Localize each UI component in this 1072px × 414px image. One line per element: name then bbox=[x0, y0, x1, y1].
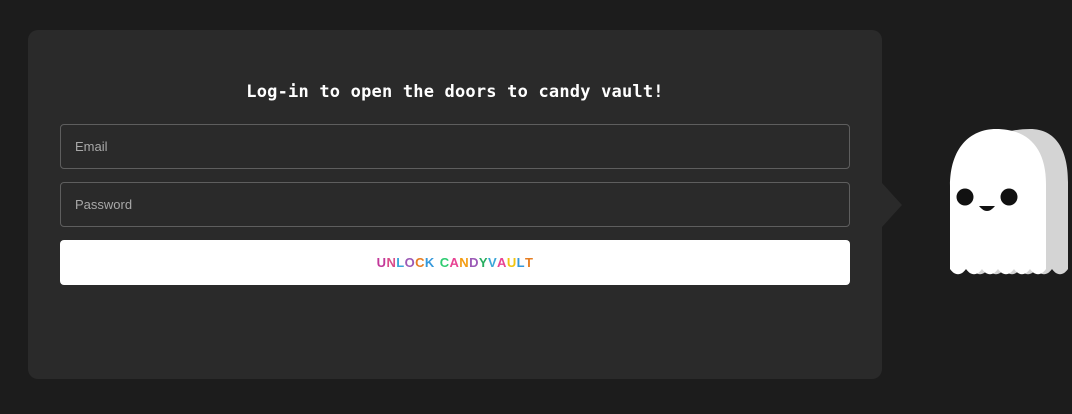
unlock-label-letter: C bbox=[415, 255, 425, 270]
unlock-label-letter: A bbox=[497, 255, 507, 270]
unlock-label-letter: A bbox=[449, 255, 460, 270]
ghost-right-eye bbox=[1000, 188, 1018, 206]
unlock-label-letter: L bbox=[396, 255, 405, 270]
unlock-button-label: UNLOCK CANDYVAULT bbox=[377, 255, 534, 270]
ghost-left-eye bbox=[956, 188, 974, 206]
unlock-label-letter: D bbox=[469, 255, 479, 270]
login-title: Log-in to open the doors to candy vault! bbox=[246, 82, 664, 102]
unlock-label-letter: O bbox=[404, 255, 416, 270]
ghost-icon bbox=[950, 129, 1068, 275]
unlock-label-letter: K bbox=[424, 255, 435, 270]
unlock-label-letter: V bbox=[487, 255, 498, 270]
unlock-label-letter: Y bbox=[478, 255, 488, 270]
unlock-label-letter: L bbox=[516, 255, 525, 270]
unlock-label-letter: U bbox=[506, 255, 517, 270]
unlock-label-letter: T bbox=[524, 255, 534, 270]
password-input[interactable] bbox=[60, 182, 850, 227]
unlock-candyvault-button[interactable]: UNLOCK CANDYVAULT bbox=[60, 240, 850, 285]
unlock-label-letter: U bbox=[376, 255, 387, 270]
card-pointer bbox=[882, 183, 902, 227]
unlock-label-letter: C bbox=[439, 255, 450, 270]
login-card: Log-in to open the doors to candy vault!… bbox=[28, 30, 882, 379]
unlock-label-letter: N bbox=[459, 255, 470, 270]
unlock-label-letter: N bbox=[386, 255, 397, 270]
email-input[interactable] bbox=[60, 124, 850, 169]
